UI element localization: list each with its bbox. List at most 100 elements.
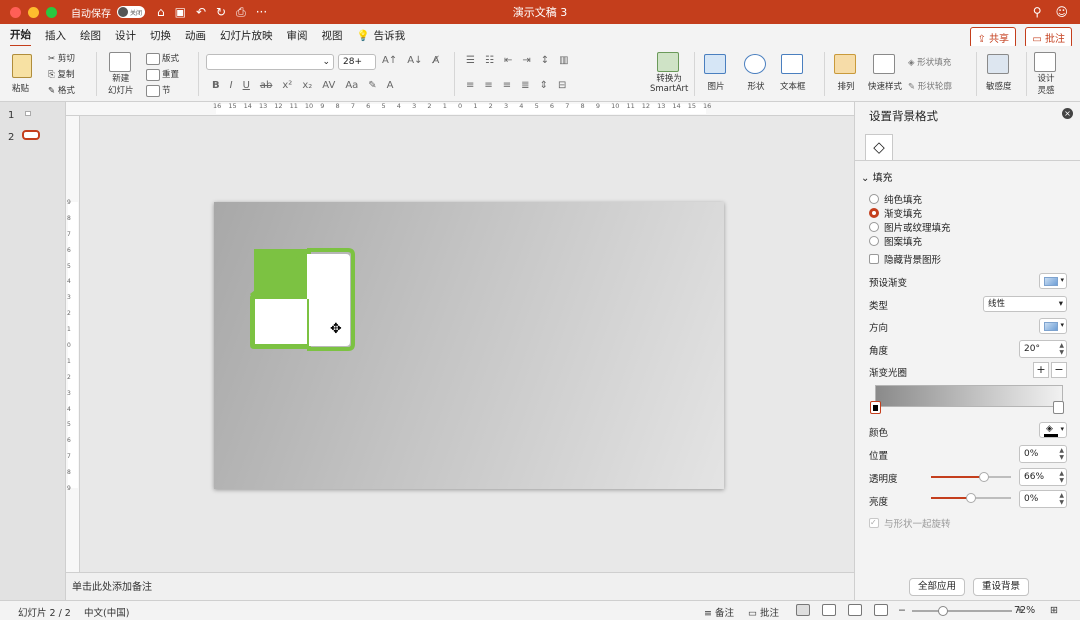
tab-animations[interactable]: 动画: [185, 25, 206, 46]
quick-styles-button[interactable]: 快速样式: [868, 54, 902, 92]
preset-gradient-dropdown[interactable]: ▾: [1039, 273, 1067, 289]
picture-button[interactable]: 图片: [704, 54, 728, 92]
justify-icon[interactable]: ≣: [521, 80, 529, 91]
font-color-icon[interactable]: A: [387, 80, 394, 91]
reset-button[interactable]: 重置: [146, 68, 179, 81]
transparency-input[interactable]: 66% ▲ ▼: [1019, 468, 1067, 486]
fit-to-window-icon[interactable]: ⊞: [1050, 605, 1058, 616]
textbox-button[interactable]: 文本框: [780, 54, 806, 92]
slide[interactable]: ✥: [214, 202, 724, 489]
strikethrough-icon[interactable]: ab: [260, 80, 272, 91]
char-spacing-icon[interactable]: AV: [322, 80, 335, 91]
paste-button[interactable]: 粘贴: [12, 54, 32, 94]
slide-sorter-icon[interactable]: [822, 604, 836, 616]
highlight-icon[interactable]: ✎: [368, 80, 376, 91]
slider-handle[interactable]: [978, 472, 989, 482]
tell-me[interactable]: 💡 告诉我: [357, 25, 406, 46]
shape-outline-button[interactable]: ✎ 形状轮廓: [908, 80, 952, 92]
color-picker-button[interactable]: ◈ ▾: [1039, 422, 1067, 438]
zoom-slider[interactable]: [912, 606, 1012, 616]
grow-font-icon[interactable]: A↑: [382, 55, 397, 66]
stepper-icon[interactable]: ▲ ▼: [1059, 470, 1064, 484]
direction-dropdown[interactable]: ▾: [1039, 318, 1067, 334]
brightness-input[interactable]: 0% ▲ ▼: [1019, 490, 1067, 508]
clear-format-icon[interactable]: A̸: [432, 55, 439, 66]
redo-icon[interactable]: ↻: [216, 5, 226, 20]
zoom-window-button[interactable]: [46, 6, 57, 18]
angle-input[interactable]: 20° ▲ ▼: [1019, 340, 1067, 358]
font-name-input[interactable]: ⌄: [206, 54, 334, 70]
slide-thumbnail-1[interactable]: [22, 109, 38, 118]
bullets-icon[interactable]: ☰: [466, 55, 475, 66]
transparency-slider[interactable]: [931, 472, 1011, 482]
format-painter-button[interactable]: ✎ 格式: [48, 84, 75, 96]
align-center-icon[interactable]: ≡: [484, 80, 492, 91]
account-icon[interactable]: ☺: [1055, 5, 1068, 19]
align-right-icon[interactable]: ≡: [503, 80, 511, 91]
add-stop-button[interactable]: +: [1033, 362, 1049, 378]
position-input[interactable]: 0% ▲ ▼: [1019, 445, 1067, 463]
close-window-button[interactable]: [10, 6, 21, 18]
comments-button[interactable]: ▭ 批注: [1025, 27, 1072, 48]
designer-button[interactable]: 设计 灵感: [1034, 52, 1058, 96]
tab-draw[interactable]: 绘图: [80, 25, 101, 46]
gradient-stop-selected[interactable]: [870, 401, 881, 414]
print-icon[interactable]: ⎙: [236, 5, 246, 20]
tab-view[interactable]: 视图: [322, 25, 343, 46]
gradient-stop[interactable]: [1053, 401, 1064, 414]
zoom-level[interactable]: 72%: [1014, 605, 1035, 616]
rotate-with-shape-checkbox[interactable]: ✓ 与形状一起旋转: [869, 516, 951, 530]
autosave-toggle[interactable]: 关闭: [117, 6, 145, 18]
hide-background-checkbox[interactable]: 隐藏背景图形: [869, 252, 941, 266]
arrange-button[interactable]: 排列: [834, 54, 858, 92]
search-icon[interactable]: ⚲: [1033, 5, 1042, 19]
gradient-preview-bar[interactable]: [875, 385, 1063, 407]
reading-view-icon[interactable]: [848, 604, 862, 616]
slide-thumbnail-2[interactable]: [22, 130, 40, 140]
tab-review[interactable]: 审阅: [287, 25, 308, 46]
cut-button[interactable]: ✂ 剪切: [48, 52, 75, 64]
underline-icon[interactable]: U: [243, 80, 250, 91]
share-button[interactable]: ⇪ 共享: [970, 27, 1016, 48]
sensitivity-button[interactable]: 敏感度: [986, 54, 1012, 92]
shape-fill-button[interactable]: ◈ 形状填充: [908, 56, 951, 68]
text-direction-icon[interactable]: ⇕: [540, 80, 548, 91]
font-size-input[interactable]: 28+: [338, 54, 376, 70]
tab-transitions[interactable]: 切换: [150, 25, 171, 46]
radio-solid-fill[interactable]: 纯色填充: [869, 192, 922, 206]
stepper-icon[interactable]: ▲ ▼: [1059, 447, 1064, 461]
zoom-slider-handle[interactable]: [938, 606, 948, 616]
tab-home[interactable]: 开始: [10, 24, 31, 47]
language-indicator[interactable]: 中文(中国): [84, 605, 129, 619]
superscript-icon[interactable]: x²: [282, 80, 292, 91]
save-icon[interactable]: ▣: [175, 5, 186, 20]
comments-toggle[interactable]: ▭ 批注: [748, 605, 779, 619]
fill-tab[interactable]: ◇: [865, 134, 893, 160]
home-icon[interactable]: ⌂: [157, 5, 165, 20]
notes-toggle[interactable]: ≡ 备注: [704, 605, 734, 619]
stepper-icon[interactable]: ▲ ▼: [1059, 342, 1064, 356]
subscript-icon[interactable]: x₂: [302, 80, 312, 91]
zoom-out-icon[interactable]: −: [898, 605, 906, 616]
copy-button[interactable]: ⎘ 复制: [48, 68, 75, 80]
radio-picture-fill[interactable]: 图片或纹理填充: [869, 220, 951, 234]
align-text-icon[interactable]: ⊟: [558, 80, 566, 91]
numbering-icon[interactable]: ☷: [485, 55, 494, 66]
notes-area[interactable]: 单击此处添加备注: [66, 572, 854, 600]
case-icon[interactable]: Aa: [345, 80, 358, 91]
increase-indent-icon[interactable]: ⇥: [522, 55, 530, 66]
fill-section-header[interactable]: ⌄ 填充: [861, 169, 893, 184]
reset-background-button[interactable]: 重设背景: [973, 578, 1030, 596]
align-left-icon[interactable]: ≡: [466, 80, 474, 91]
layout-button[interactable]: 版式: [146, 52, 179, 65]
decrease-indent-icon[interactable]: ⇤: [504, 55, 512, 66]
italic-icon[interactable]: I: [230, 80, 233, 91]
more-icon[interactable]: ···: [256, 5, 267, 20]
undo-icon[interactable]: ↶: [196, 5, 206, 20]
bold-icon[interactable]: B: [212, 80, 220, 91]
section-button[interactable]: 节: [146, 84, 171, 97]
shrink-font-icon[interactable]: A↓: [407, 55, 422, 66]
remove-stop-button[interactable]: −: [1051, 362, 1067, 378]
normal-view-icon[interactable]: [796, 604, 810, 616]
stepper-icon[interactable]: ▲ ▼: [1059, 492, 1064, 506]
